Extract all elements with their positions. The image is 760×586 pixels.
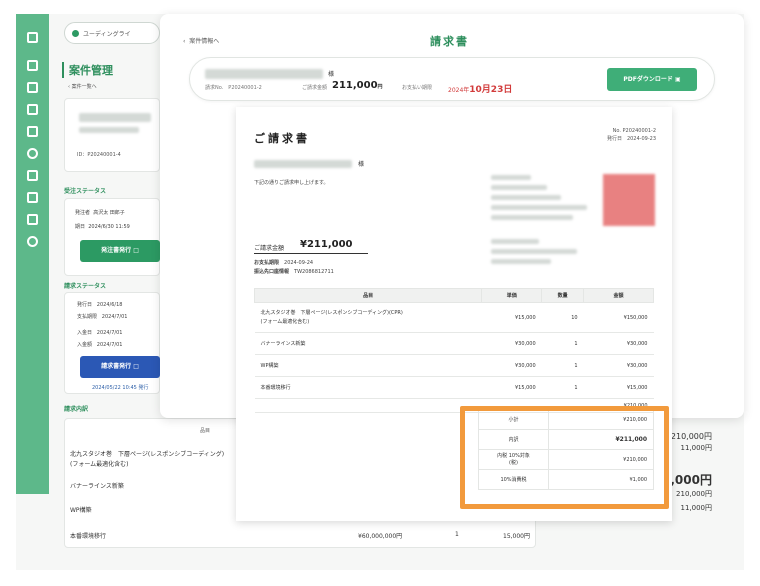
invoice-summary-bar: 様 請求No. P20240001-2 ご請求金額 211,000円 お支払い期… bbox=[189, 57, 715, 101]
summary-invoice-no: 請求No. P20240001-2 bbox=[205, 85, 262, 91]
bill-underline bbox=[254, 253, 368, 254]
invoice-issued-link[interactable]: 2024/05/22 10:45 発行 bbox=[92, 384, 148, 391]
issuer-info bbox=[491, 175, 531, 180]
client-name bbox=[254, 160, 352, 168]
table-row: WP構築 ¥30,000 1 ¥30,000 bbox=[254, 354, 654, 377]
folder-icon[interactable] bbox=[27, 82, 38, 93]
document-icon[interactable] bbox=[27, 60, 38, 71]
project-name bbox=[79, 113, 151, 122]
project-subname bbox=[79, 127, 139, 133]
greeting-text: 下記の通りご請求申し上げます。 bbox=[254, 180, 329, 186]
project-card: ID：P20240001-4 bbox=[64, 98, 160, 172]
summary-amount: 211,000円 bbox=[332, 80, 383, 91]
section-invoice-status: 請求ステータス bbox=[64, 283, 107, 290]
table-row: 北九スタジオ巻 下層ページ(レスポンシブコーディング)(CPR) (フォーム最適化… bbox=[254, 302, 654, 333]
building-icon[interactable] bbox=[27, 192, 38, 203]
sidebar bbox=[16, 14, 49, 494]
bg-total: 210,000円 bbox=[676, 490, 712, 498]
users-icon[interactable] bbox=[27, 170, 38, 181]
table-row: バナーラインス新築 ¥30,000 1 ¥30,000 bbox=[254, 332, 654, 355]
invoice-items-table: 品目 単価 数量 金額 北九スタジオ巻 下層ページ(レスポンシブコーディング)(… bbox=[253, 288, 654, 413]
invoice-number: No. P20240001-2 発行日 2024-09-23 bbox=[606, 128, 656, 142]
bill-amount: ¥211,000 bbox=[300, 239, 353, 250]
chart-icon[interactable] bbox=[27, 126, 38, 137]
back-to-project-link[interactable]: ‹ 案件情報へ bbox=[183, 36, 219, 45]
invoice-status-card: 発行日 2024/6/18 支払期限 2024/7/01 入金日 2024/7/… bbox=[64, 292, 160, 394]
pdf-download-button[interactable]: PDFダウンロード ▣ bbox=[607, 68, 697, 91]
summary-company-suffix: 様 bbox=[328, 71, 335, 78]
bank-account-info: 振込先口座情報 TW2086812711 bbox=[254, 269, 334, 275]
modal-title: 請求書 bbox=[430, 35, 469, 48]
gear-icon[interactable] bbox=[27, 236, 38, 247]
table-header-row: 品目 単価 数量 金額 bbox=[253, 288, 654, 303]
project-id: ID：P20240001-4 bbox=[77, 152, 121, 158]
bg-table-header: 品目 bbox=[200, 428, 211, 434]
home-icon[interactable] bbox=[27, 32, 38, 43]
client-suffix: 様 bbox=[358, 161, 365, 168]
bg-total: 210,000円 bbox=[670, 432, 712, 441]
company-seal bbox=[603, 174, 655, 226]
summary-company-name bbox=[205, 69, 323, 79]
workspace-selector[interactable]: ユーディングライ bbox=[64, 22, 160, 44]
issue-invoice-button[interactable]: 請求書発行 □ bbox=[80, 356, 160, 378]
section-invoice-details: 請求内訳 bbox=[64, 406, 89, 413]
receive-status-card: 発注者 高沢太 田郎子 期日 2024/6/30 11:59 bbox=[64, 198, 160, 276]
totals-highlight-frame bbox=[460, 406, 669, 509]
clock-icon[interactable] bbox=[27, 148, 38, 159]
issue-order-button[interactable]: 発注書発行 □ bbox=[80, 240, 160, 262]
table-row: 本番環境移行 ¥15,000 1 ¥15,000 bbox=[254, 376, 654, 399]
bg-total: 11,000円 bbox=[680, 504, 713, 512]
table-row: 本番環境移行 ¥60,000,000円 1 15,000円 bbox=[70, 531, 530, 540]
invoice-title: ご請求書 bbox=[254, 132, 310, 145]
clipboard-icon[interactable] bbox=[27, 104, 38, 115]
summary-due-label: お支払い期限 bbox=[402, 85, 433, 91]
due-date-info: お支払期限 2024-09-24 bbox=[254, 260, 314, 266]
summary-amount-label: ご請求金額 bbox=[302, 85, 328, 91]
mail-icon[interactable] bbox=[27, 214, 38, 225]
bill-amount-label: ご請求金額 bbox=[254, 245, 285, 252]
bg-total: 11,000円 bbox=[680, 444, 713, 452]
page-title: 案件管理 bbox=[62, 62, 113, 78]
section-receive-status: 受注ステータス bbox=[64, 188, 107, 195]
back-link[interactable]: ‹ 案件一覧へ bbox=[68, 83, 97, 90]
summary-due-date: 2024年10月23日 bbox=[448, 85, 513, 95]
